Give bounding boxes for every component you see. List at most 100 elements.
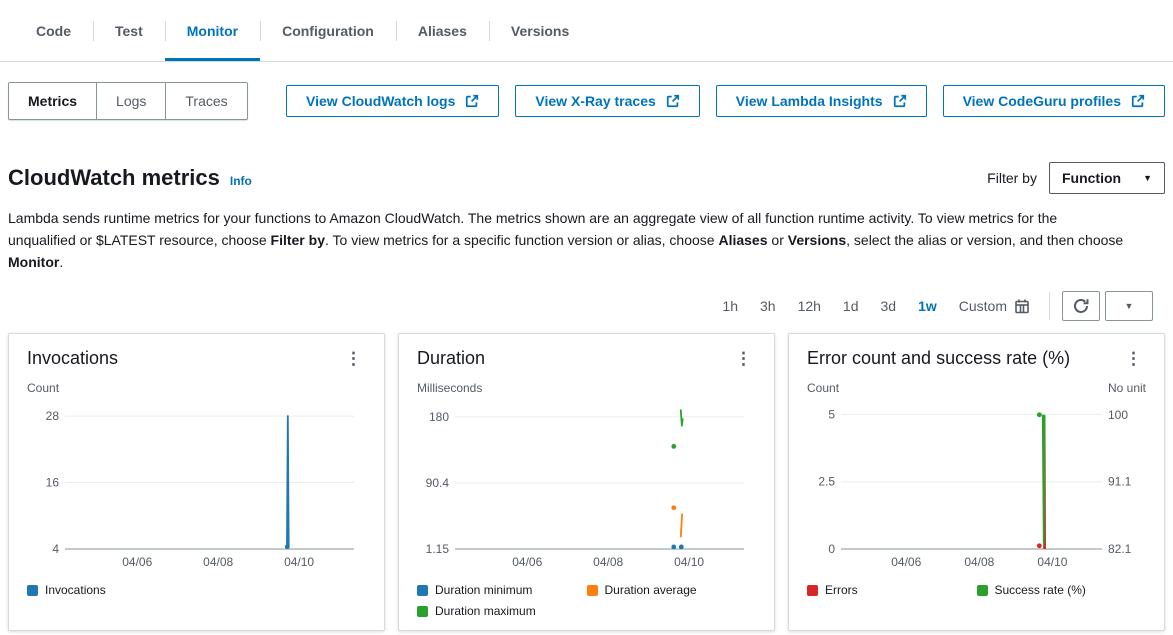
function-tabs: Code Test Monitor Configuration Aliases … <box>0 0 1173 62</box>
error-success-chart[interactable]: 52.5010091.182.104/0604/0804/10 <box>807 397 1146 575</box>
y-axis-right-unit-label: No unit <box>1108 381 1146 395</box>
legend-item-invocations[interactable]: Invocations <box>27 583 197 597</box>
button-label: View X-Ray traces <box>535 93 655 109</box>
refresh-button[interactable] <box>1062 291 1100 321</box>
svg-text:28: 28 <box>46 409 60 423</box>
legend-swatch-icon <box>977 585 988 596</box>
svg-text:4: 4 <box>52 542 59 556</box>
svg-text:04/10: 04/10 <box>284 555 314 569</box>
svg-text:16: 16 <box>46 476 60 490</box>
external-link-icon <box>893 94 907 108</box>
view-codeguru-profiles-button[interactable]: View CodeGuru profiles <box>943 85 1165 117</box>
chevron-down-icon: ▼ <box>1125 301 1134 311</box>
legend-swatch-icon <box>417 585 428 596</box>
view-lambda-insights-button[interactable]: View Lambda Insights <box>716 85 927 117</box>
legend-swatch-icon <box>587 585 598 596</box>
y-axis-unit-label: Count <box>807 381 839 395</box>
svg-text:1.15: 1.15 <box>426 542 450 556</box>
external-link-icon <box>465 94 479 108</box>
legend-swatch-icon <box>807 585 818 596</box>
toolbar-divider <box>1049 292 1050 320</box>
time-range-1w[interactable]: 1w <box>907 298 948 314</box>
view-cloudwatch-logs-button[interactable]: View CloudWatch logs <box>286 85 499 117</box>
time-range-1d[interactable]: 1d <box>832 298 870 314</box>
svg-text:04/06: 04/06 <box>122 555 152 569</box>
svg-text:04/08: 04/08 <box>593 555 623 569</box>
view-xray-traces-button[interactable]: View X-Ray traces <box>515 85 699 117</box>
monitor-toolbar: Metrics Logs Traces View CloudWatch logs… <box>0 62 1173 120</box>
filter-by-label: Filter by <box>987 170 1037 186</box>
legend-item-duration-maximum[interactable]: Duration maximum <box>417 604 587 618</box>
tab-monitor[interactable]: Monitor <box>165 0 260 61</box>
svg-text:180: 180 <box>429 410 449 424</box>
legend-item-success-rate[interactable]: Success rate (%) <box>977 583 1147 597</box>
tab-configuration[interactable]: Configuration <box>260 0 396 61</box>
legend-label: Duration maximum <box>435 604 536 618</box>
svg-text:100: 100 <box>1108 408 1128 422</box>
select-value: Function <box>1062 170 1121 186</box>
chart-card-error-success: Error count and success rate (%) ⋮ Count… <box>788 333 1165 631</box>
info-link[interactable]: Info <box>230 174 252 188</box>
legend-label: Invocations <box>45 583 106 597</box>
y-axis-unit-label: Count <box>27 381 59 395</box>
svg-text:2.5: 2.5 <box>818 475 835 489</box>
svg-text:5: 5 <box>828 407 835 421</box>
chart-card-duration: Duration ⋮ Milliseconds 180 90.4 1.15 04/06… <box>398 333 775 631</box>
subtab-traces[interactable]: Traces <box>165 83 246 119</box>
svg-text:04/10: 04/10 <box>1037 555 1067 569</box>
duration-chart[interactable]: 18090.41.1504/0604/0804/10 <box>417 397 756 575</box>
chart-legend: Duration minimum Duration average Durati… <box>417 583 756 618</box>
legend-label: Errors <box>825 583 858 597</box>
chevron-down-icon: ▼ <box>1143 173 1152 183</box>
chart-card-invocations: Invocations ⋮ Count 2816404/0604/0804/10… <box>8 333 385 631</box>
svg-text:04/08: 04/08 <box>964 555 994 569</box>
page-title: CloudWatch metrics <box>8 165 220 191</box>
legend-item-duration-minimum[interactable]: Duration minimum <box>417 583 587 597</box>
time-range-3h[interactable]: 3h <box>749 298 787 314</box>
subtab-logs[interactable]: Logs <box>96 83 165 119</box>
svg-text:90.4: 90.4 <box>426 476 450 490</box>
svg-text:91.1: 91.1 <box>1108 475 1132 489</box>
kebab-icon: ⋮ <box>345 349 362 368</box>
invocations-chart[interactable]: 2816404/0604/0804/10 <box>27 397 366 575</box>
refresh-icon <box>1073 298 1089 314</box>
custom-label: Custom <box>959 298 1007 314</box>
chart-options-button[interactable]: ⋮ <box>1121 350 1146 367</box>
time-range-12h[interactable]: 12h <box>787 298 832 314</box>
legend-label: Success rate (%) <box>995 583 1086 597</box>
monitor-subtabs: Metrics Logs Traces <box>8 82 248 120</box>
svg-text:04/06: 04/06 <box>512 555 542 569</box>
tab-code[interactable]: Code <box>14 0 93 61</box>
tab-test[interactable]: Test <box>93 0 165 61</box>
time-range-1h[interactable]: 1h <box>711 298 749 314</box>
subtab-metrics[interactable]: Metrics <box>9 83 96 119</box>
legend-item-errors[interactable]: Errors <box>807 583 977 597</box>
button-label: View CodeGuru profiles <box>963 93 1121 109</box>
metrics-header: CloudWatch metrics Info Filter by Functi… <box>0 120 1173 194</box>
tab-versions[interactable]: Versions <box>489 0 591 61</box>
y-axis-unit-label: Milliseconds <box>417 381 482 395</box>
tab-aliases[interactable]: Aliases <box>396 0 489 61</box>
kebab-icon: ⋮ <box>1125 349 1142 368</box>
calendar-icon <box>1014 298 1030 314</box>
svg-text:0: 0 <box>828 542 835 556</box>
external-view-buttons: View CloudWatch logs View X-Ray traces V… <box>286 85 1165 117</box>
chart-options-button[interactable]: ⋮ <box>731 350 756 367</box>
svg-text:82.1: 82.1 <box>1108 542 1132 556</box>
kebab-icon: ⋮ <box>735 349 752 368</box>
chart-title: Duration <box>417 348 485 369</box>
legend-label: Duration average <box>605 583 697 597</box>
function-filter-select[interactable]: Function ▼ <box>1049 162 1165 194</box>
auto-refresh-dropdown-button[interactable]: ▼ <box>1105 291 1153 321</box>
chart-options-button[interactable]: ⋮ <box>341 350 366 367</box>
custom-range-button[interactable]: Custom <box>948 298 1041 314</box>
chart-title: Error count and success rate (%) <box>807 348 1070 369</box>
chart-legend: Invocations <box>27 583 366 597</box>
legend-label: Duration minimum <box>435 583 532 597</box>
button-label: View Lambda Insights <box>736 93 883 109</box>
time-range-toolbar: 1h 3h 12h 1d 3d 1w Custom ▼ <box>0 273 1173 333</box>
chart-legend: Errors Success rate (%) <box>807 583 1146 597</box>
legend-item-duration-average[interactable]: Duration average <box>587 583 757 597</box>
time-range-3d[interactable]: 3d <box>870 298 908 314</box>
legend-swatch-icon <box>27 585 38 596</box>
